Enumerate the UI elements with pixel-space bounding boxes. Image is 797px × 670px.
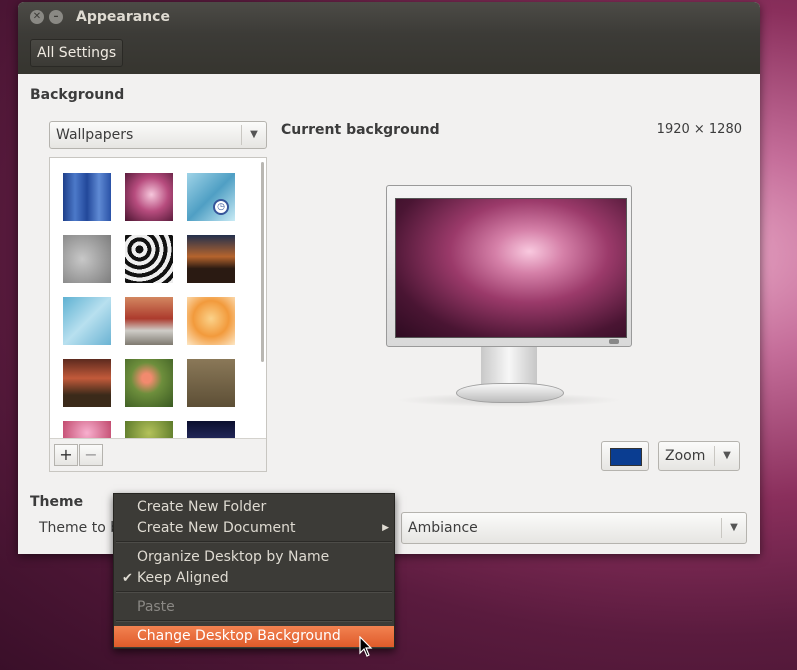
menu-item-organize-desktop[interactable]: Organize Desktop by Name — [114, 547, 394, 568]
placement-value: Zoom — [665, 448, 706, 464]
menu-item-label: Create New Folder — [137, 499, 267, 515]
menu-item-create-new-folder[interactable]: Create New Folder — [114, 497, 394, 518]
wallpaper-thumbnail[interactable] — [187, 297, 235, 345]
desktop-context-menu: Create New Folder Create New Document ▶ … — [113, 493, 395, 649]
toolbar: All Settings — [18, 34, 760, 74]
remove-wallpaper-button[interactable]: − — [79, 444, 103, 466]
menu-item-label: Paste — [137, 599, 175, 615]
monitor-base — [456, 383, 564, 403]
appearance-window: ✕ – Appearance All Settings Background W… — [18, 2, 760, 554]
theme-combo[interactable]: Ambiance ▼ — [401, 512, 747, 544]
theme-section-label: Theme — [30, 494, 84, 510]
wallpaper-thumbnail[interactable] — [125, 297, 173, 345]
menu-item-keep-aligned[interactable]: ✔ Keep Aligned — [114, 568, 394, 589]
minimize-icon[interactable]: – — [49, 10, 63, 24]
submenu-arrow-icon: ▶ — [382, 523, 389, 533]
menu-separator — [116, 591, 392, 593]
chevron-down-icon: ▼ — [714, 446, 739, 466]
wallpaper-thumbnail[interactable] — [187, 359, 235, 407]
menu-item-label: Keep Aligned — [137, 570, 229, 586]
monitor-preview — [386, 185, 632, 407]
monitor-neck — [481, 347, 537, 387]
menu-separator — [116, 541, 392, 543]
menu-item-label: Change Desktop Background — [137, 628, 341, 644]
add-wallpaper-button[interactable]: + — [54, 444, 78, 466]
mouse-pointer-icon — [359, 636, 373, 657]
wallpaper-thumbnail[interactable] — [187, 235, 235, 283]
checkmark-icon: ✔ — [122, 571, 133, 586]
monitor-frame — [386, 185, 632, 347]
gallery-footer: + − — [50, 438, 266, 471]
wallpaper-thumbnail[interactable] — [63, 297, 111, 345]
wallpaper-thumbnail[interactable] — [125, 359, 173, 407]
window-titlebar[interactable]: ✕ – Appearance — [18, 2, 760, 34]
wallpaper-thumbnail-selected[interactable]: ◷ — [187, 173, 235, 221]
menu-item-create-new-document[interactable]: Create New Document ▶ — [114, 518, 394, 539]
menu-item-paste: Paste — [114, 597, 394, 618]
menu-item-label: Create New Document — [137, 520, 296, 536]
wallpaper-thumbnail[interactable] — [125, 173, 173, 221]
wallpaper-gallery[interactable]: ◷ + − — [49, 157, 267, 472]
placement-combo[interactable]: Zoom ▼ — [658, 441, 740, 471]
wallpaper-thumbnail[interactable] — [63, 359, 111, 407]
window-title: Appearance — [76, 9, 170, 25]
clock-icon: ◷ — [213, 199, 229, 215]
menu-item-change-desktop-background[interactable]: Change Desktop Background — [114, 626, 394, 647]
wallpaper-source-combo[interactable]: Wallpapers ▼ — [49, 121, 267, 149]
wallpaper-thumbnail[interactable] — [63, 173, 111, 221]
theme-value: Ambiance — [408, 520, 478, 536]
theme-sub-label: Theme to b — [39, 520, 120, 536]
close-icon[interactable]: ✕ — [30, 10, 44, 24]
chevron-down-icon: ▼ — [241, 125, 266, 145]
menu-separator — [116, 620, 392, 622]
menu-item-label: Organize Desktop by Name — [137, 549, 330, 565]
wallpaper-source-value: Wallpapers — [56, 127, 134, 143]
gallery-scrollbar[interactable] — [261, 162, 264, 362]
monitor-led — [609, 339, 619, 344]
resolution-label: 1920 × 1280 — [656, 122, 742, 137]
background-color-button[interactable] — [601, 441, 649, 471]
all-settings-button[interactable]: All Settings — [30, 39, 124, 67]
background-preview — [395, 198, 627, 338]
background-section-label: Background — [30, 87, 125, 103]
color-swatch — [610, 448, 642, 466]
current-background-label: Current background — [281, 122, 440, 138]
chevron-down-icon: ▼ — [721, 518, 746, 538]
wallpaper-thumbnail[interactable] — [125, 235, 173, 283]
wallpaper-thumbnail[interactable] — [63, 235, 111, 283]
